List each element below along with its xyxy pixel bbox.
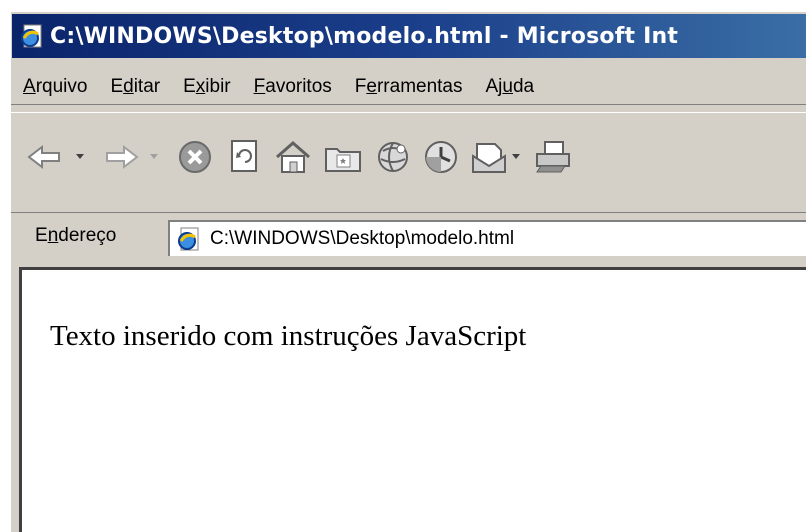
menu-favoritos[interactable]: Favoritos [242, 76, 343, 98]
menu-bar: Arquivo Editar Exibir Favoritos Ferramen… [11, 70, 806, 105]
mail-button[interactable] [469, 137, 509, 177]
history-button[interactable] [421, 137, 461, 177]
window-title: C:\WINDOWS\Desktop\modelo.html - Microso… [50, 23, 679, 49]
menu-editar[interactable]: Editar [98, 76, 171, 98]
stop-icon [179, 141, 211, 173]
forward-icon [106, 144, 139, 170]
history-icon [425, 141, 457, 173]
page-text: Texto inserido com instruções JavaScript [50, 320, 527, 352]
favorites-globe-icon [378, 142, 408, 172]
search-button[interactable] [323, 137, 363, 177]
back-button[interactable] [25, 137, 65, 177]
ie-page-icon [176, 226, 202, 252]
stop-button[interactable] [175, 137, 215, 177]
refresh-icon [231, 140, 257, 172]
refresh-button[interactable] [225, 137, 265, 177]
mail-dropdown-icon [512, 154, 520, 159]
favorites-button[interactable] [373, 137, 413, 177]
print-button[interactable] [533, 137, 573, 177]
ie-page-icon [19, 23, 45, 49]
menu-ajuda[interactable]: Ajuda [474, 76, 546, 98]
back-dropdown-icon [76, 154, 84, 159]
standard-toolbar [11, 112, 806, 217]
address-bar: Endereço C:\WINDOWS\Desktop\modelo.html [11, 212, 806, 263]
print-icon [536, 141, 570, 173]
browser-window: C:\WINDOWS\Desktop\modelo.html - Microso… [9, 10, 806, 532]
address-label: Endereço [35, 225, 117, 246]
menu-ferramentas[interactable]: Ferramentas [343, 76, 474, 98]
forward-button[interactable] [101, 137, 141, 177]
forward-dropdown[interactable] [143, 137, 165, 177]
menu-exibir[interactable]: Exibir [171, 76, 242, 98]
address-value: C:\WINDOWS\Desktop\modelo.html [210, 228, 515, 249]
back-dropdown[interactable] [69, 137, 91, 177]
home-icon [276, 141, 310, 173]
mail-dropdown[interactable] [509, 137, 523, 177]
title-bar[interactable]: C:\WINDOWS\Desktop\modelo.html - Microso… [12, 14, 806, 58]
forward-dropdown-icon [150, 154, 158, 159]
page-content: Texto inserido com instruções JavaScript [19, 267, 806, 532]
menu-arquivo[interactable]: Arquivo [11, 76, 98, 98]
home-button[interactable] [273, 137, 313, 177]
back-icon [27, 144, 60, 170]
mail-icon [472, 143, 506, 173]
address-input[interactable]: C:\WINDOWS\Desktop\modelo.html [168, 220, 806, 256]
search-folder-icon [325, 148, 361, 172]
